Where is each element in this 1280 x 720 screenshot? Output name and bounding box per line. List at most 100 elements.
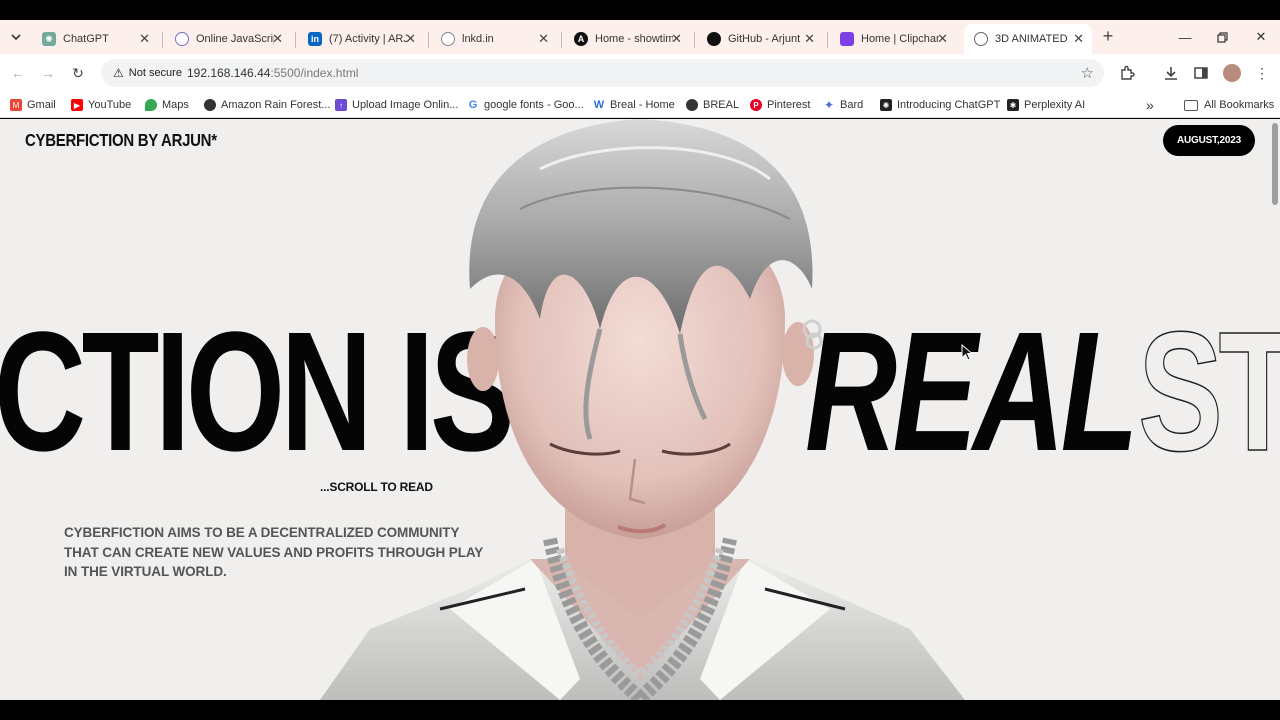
close-icon[interactable]: ✕	[538, 31, 549, 47]
bookmark-upload-image[interactable]: ↑ Upload Image Onlin...	[335, 96, 458, 114]
tab-clipchamp[interactable]: Home | Clipchan ✕	[830, 24, 956, 54]
maps-icon	[145, 99, 157, 111]
upload-icon: ↑	[335, 99, 347, 111]
extensions-icon[interactable]	[1117, 63, 1137, 83]
github-icon	[707, 32, 721, 46]
bookmark-perplexity[interactable]: ✱ Perplexity AI	[1007, 96, 1085, 114]
tab-label: Home - showtim	[595, 33, 673, 45]
download-icon[interactable]	[1161, 63, 1181, 83]
all-bookmarks-button[interactable]: All Bookmarks	[1184, 96, 1274, 114]
screen: ✺ ChatGPT ✕ Online JavaScrip ✕ in (7) Ac…	[0, 0, 1280, 720]
menu-kebab-icon[interactable]: ⋮	[1252, 63, 1272, 83]
url-text[interactable]: 192.168.146.44:5500/index.html	[187, 66, 358, 80]
globe-icon	[204, 99, 216, 111]
date-badge: AUGUST,2023	[1163, 125, 1255, 156]
bookmark-breal-home[interactable]: W Breal - Home	[593, 96, 675, 114]
new-tab-button[interactable]: +	[1098, 26, 1118, 46]
tab-lnkd[interactable]: lnkd.in ✕	[431, 24, 557, 54]
js-icon	[175, 32, 189, 46]
a-logo-icon: A	[574, 32, 588, 46]
tab-label: GitHub - Arjunt	[728, 33, 801, 45]
close-icon[interactable]: ✕	[1073, 31, 1084, 47]
tab-divider	[428, 32, 429, 48]
close-icon[interactable]: ✕	[405, 31, 416, 47]
brand-logo[interactable]: CYBERFICTION BY ARJUN*	[25, 131, 217, 151]
bookmark-gmail[interactable]: M Gmail	[10, 96, 56, 114]
headline-outline: ST	[1137, 297, 1280, 487]
tab-home-showtime[interactable]: A Home - showtim ✕	[564, 24, 690, 54]
bookmark-label: Upload Image Onlin...	[352, 99, 459, 111]
tab-divider	[694, 32, 695, 48]
google-icon: G	[467, 99, 479, 111]
minimize-icon[interactable]: —	[1166, 20, 1204, 54]
forward-icon[interactable]: →	[38, 63, 58, 83]
bookmark-maps[interactable]: Maps	[145, 96, 189, 114]
address-bar[interactable]: ⚠ Not secure 192.168.146.44:5500/index.h…	[101, 59, 1104, 87]
tab-divider	[162, 32, 163, 48]
close-icon[interactable]: ✕	[671, 31, 682, 47]
globe-icon	[686, 99, 698, 111]
tab-linkedin-activity[interactable]: in (7) Activity | ARJ ✕	[298, 24, 424, 54]
tab-label: (7) Activity | ARJ	[329, 33, 407, 45]
youtube-icon: ▶	[71, 99, 83, 111]
avatar[interactable]	[1222, 63, 1242, 83]
back-icon[interactable]: ←	[8, 63, 28, 83]
chatgpt-icon: ✺	[880, 99, 892, 111]
bookmark-label: Breal - Home	[610, 99, 675, 111]
bookmark-label: BREAL	[703, 99, 740, 111]
tab-chatgpt[interactable]: ✺ ChatGPT ✕	[32, 24, 158, 54]
warning-icon: ⚠	[113, 66, 124, 80]
clipchamp-icon	[840, 32, 854, 46]
restore-icon[interactable]	[1203, 20, 1241, 54]
globe-icon	[441, 32, 455, 46]
bookmark-introducing-chatgpt[interactable]: ✺ Introducing ChatGPT	[880, 96, 1000, 114]
bookmark-label: Introducing ChatGPT	[897, 99, 1001, 111]
tab-3d-animated[interactable]: 3D ANIMATED ✕	[964, 24, 1092, 54]
pinterest-icon: P	[750, 99, 762, 111]
description-text: CYBERFICTION AIMS TO BE A DECENTRALIZED …	[64, 525, 483, 579]
bookmark-amazon-rain-forest[interactable]: Amazon Rain Forest...	[204, 96, 330, 114]
tab-search-icon[interactable]	[6, 27, 26, 47]
top-border	[0, 0, 1280, 20]
bookmark-breal[interactable]: BREAL	[686, 96, 739, 114]
close-window-icon[interactable]: ✕	[1242, 20, 1280, 54]
bookmarks-bar: M Gmail ▶ YouTube Maps Amazon Rain Forest.…	[0, 92, 1280, 118]
bard-icon: ✦	[823, 98, 835, 112]
linkedin-icon: in	[308, 32, 322, 46]
bookmark-label: google fonts - Goo...	[484, 99, 584, 111]
tab-github[interactable]: GitHub - Arjunt ✕	[697, 24, 823, 54]
bookmark-youtube[interactable]: ▶ YouTube	[71, 96, 131, 114]
url-host: 192.168.146.44	[187, 66, 271, 80]
tab-label: Home | Clipchan	[861, 33, 939, 45]
more-bookmarks-button[interactable]: »	[1146, 96, 1154, 114]
page-scrollbar[interactable]	[1272, 123, 1278, 205]
perplexity-icon: ✱	[1007, 99, 1019, 111]
mouse-cursor-icon	[961, 344, 973, 361]
gmail-icon: M	[10, 99, 22, 111]
bookmark-label: Bard	[840, 99, 864, 111]
bookmark-pinterest[interactable]: P Pinterest	[750, 96, 810, 114]
close-icon[interactable]: ✕	[937, 31, 948, 47]
chatgpt-icon: ✺	[42, 32, 56, 46]
site-info-button[interactable]: ⚠ Not secure	[107, 63, 188, 83]
close-icon[interactable]: ✕	[804, 31, 815, 47]
bookmark-bard[interactable]: ✦ Bard	[823, 96, 863, 114]
bookmark-label: Maps	[162, 99, 189, 111]
not-secure-label: Not secure	[128, 67, 182, 79]
bookmark-star-icon[interactable]: ☆	[1081, 64, 1094, 82]
tab-divider	[561, 32, 562, 48]
side-panel-icon[interactable]	[1191, 63, 1211, 83]
globe-icon	[974, 32, 988, 46]
bookmark-label: Amazon Rain Forest...	[221, 99, 331, 111]
close-icon[interactable]: ✕	[272, 31, 283, 47]
tab-label: Online JavaScrip	[196, 33, 274, 45]
tab-online-javascript[interactable]: Online JavaScrip ✕	[165, 24, 291, 54]
page-viewport: CTION IS REAL ST CYBERFICTION BY ARJUN* …	[0, 119, 1280, 700]
bookmark-label: YouTube	[88, 99, 132, 111]
scroll-hint: ...SCROLL TO READ	[320, 480, 433, 494]
tab-divider	[827, 32, 828, 48]
tab-label: 3D ANIMATED	[995, 33, 1068, 45]
reload-icon[interactable]: ↻	[68, 63, 88, 83]
bookmark-google-fonts[interactable]: Ggoogle fonts - Goo...	[467, 96, 584, 114]
close-icon[interactable]: ✕	[139, 31, 150, 47]
